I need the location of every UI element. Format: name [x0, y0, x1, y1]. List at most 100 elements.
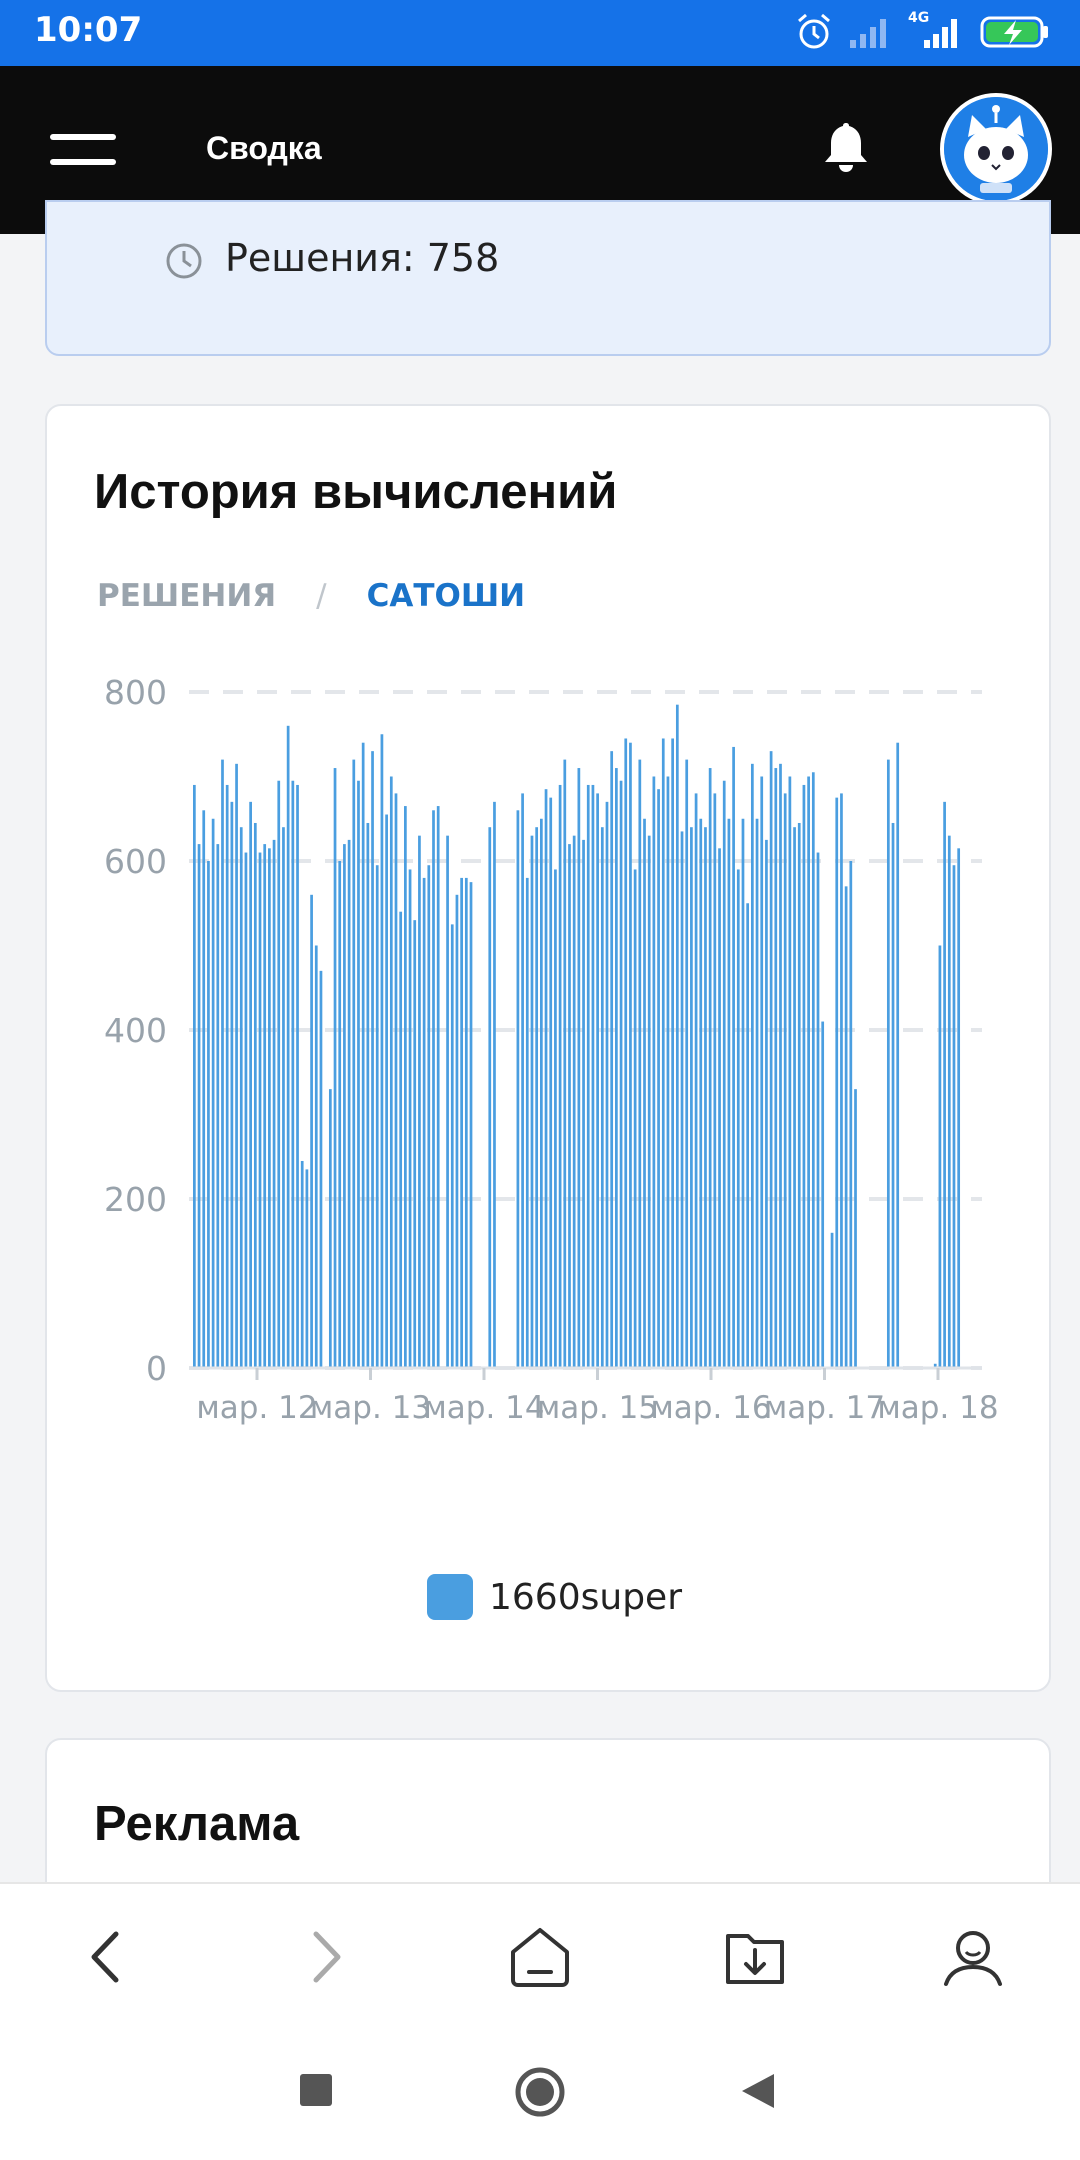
bar[interactable]	[643, 818, 646, 1368]
bar[interactable]	[769, 751, 773, 1368]
bar[interactable]	[568, 844, 571, 1368]
bar[interactable]	[816, 852, 820, 1368]
bar[interactable]	[380, 734, 384, 1368]
bar[interactable]	[225, 784, 229, 1368]
bar[interactable]	[624, 738, 628, 1368]
bar[interactable]	[694, 793, 698, 1368]
bar[interactable]	[399, 911, 403, 1368]
bar[interactable]	[469, 882, 473, 1369]
bar[interactable]	[539, 818, 543, 1368]
bar[interactable]	[488, 827, 492, 1368]
bar[interactable]	[296, 784, 299, 1368]
bar[interactable]	[844, 886, 848, 1368]
bar[interactable]	[253, 822, 257, 1368]
bar[interactable]	[286, 725, 290, 1368]
menu-icon[interactable]	[50, 132, 116, 168]
bar[interactable]	[938, 945, 942, 1369]
bar[interactable]	[357, 780, 360, 1368]
bar[interactable]	[727, 818, 731, 1368]
bar[interactable]	[811, 772, 815, 1368]
bar[interactable]	[333, 768, 337, 1368]
bar[interactable]	[244, 852, 248, 1368]
bar[interactable]	[352, 759, 356, 1368]
back-icon[interactable]	[72, 1922, 142, 1992]
bar[interactable]	[680, 831, 684, 1368]
bar[interactable]	[211, 818, 215, 1368]
bar[interactable]	[947, 835, 951, 1368]
bar[interactable]	[582, 839, 585, 1369]
bar[interactable]	[268, 848, 271, 1368]
bar[interactable]	[422, 877, 426, 1368]
bar[interactable]	[305, 1169, 309, 1368]
bar[interactable]	[793, 827, 796, 1368]
bar[interactable]	[549, 797, 553, 1369]
bar[interactable]	[596, 793, 599, 1368]
chart-legend[interactable]: 1660super	[427, 1574, 682, 1620]
bar[interactable]	[774, 768, 778, 1368]
bar[interactable]	[755, 818, 759, 1368]
bar[interactable]	[746, 903, 750, 1368]
bar[interactable]	[657, 789, 660, 1368]
bar[interactable]	[408, 869, 412, 1368]
bar[interactable]	[647, 835, 651, 1368]
bar[interactable]	[952, 865, 956, 1368]
bar[interactable]	[629, 742, 632, 1368]
bar[interactable]	[591, 784, 595, 1368]
bar[interactable]	[418, 835, 421, 1368]
bar[interactable]	[460, 877, 463, 1368]
bar[interactable]	[615, 768, 618, 1368]
bar[interactable]	[366, 822, 370, 1368]
bar[interactable]	[783, 793, 787, 1368]
home-circle-icon[interactable]	[514, 2066, 566, 2118]
forward-icon[interactable]	[290, 1922, 360, 1992]
bar[interactable]	[347, 839, 351, 1369]
bar[interactable]	[957, 848, 961, 1368]
bar[interactable]	[638, 759, 642, 1368]
bar[interactable]	[554, 869, 557, 1368]
bar[interactable]	[328, 1089, 332, 1368]
bar[interactable]	[263, 844, 267, 1368]
bar[interactable]	[675, 704, 679, 1368]
bar[interactable]	[619, 780, 623, 1368]
bar[interactable]	[450, 924, 454, 1369]
bar[interactable]	[896, 742, 900, 1368]
bar[interactable]	[685, 759, 689, 1368]
bar[interactable]	[807, 776, 810, 1369]
bar[interactable]	[300, 1160, 304, 1368]
bar[interactable]	[235, 763, 238, 1368]
bar[interactable]	[361, 742, 365, 1368]
bar[interactable]	[849, 861, 853, 1368]
avatar[interactable]	[940, 93, 1052, 205]
bar[interactable]	[704, 827, 707, 1368]
bar[interactable]	[521, 793, 524, 1368]
back-triangle-icon[interactable]	[740, 2072, 776, 2110]
bar[interactable]	[652, 776, 656, 1369]
bar[interactable]	[338, 861, 342, 1368]
bar[interactable]	[464, 877, 468, 1368]
bar[interactable]	[633, 869, 637, 1368]
bar[interactable]	[314, 945, 318, 1369]
bar[interactable]	[610, 751, 614, 1368]
bar[interactable]	[586, 784, 590, 1368]
bar[interactable]	[600, 827, 604, 1368]
bar[interactable]	[666, 776, 670, 1369]
bar[interactable]	[394, 793, 398, 1368]
bar[interactable]	[343, 844, 346, 1368]
bar[interactable]	[516, 810, 520, 1368]
bar[interactable]	[840, 793, 843, 1368]
bar[interactable]	[385, 814, 388, 1368]
bar[interactable]	[558, 784, 562, 1368]
bar[interactable]	[535, 827, 539, 1368]
bar[interactable]	[713, 793, 717, 1368]
profile-icon[interactable]	[938, 1922, 1008, 1992]
bar[interactable]	[530, 835, 534, 1368]
bar[interactable]	[732, 746, 735, 1368]
bar[interactable]	[943, 801, 946, 1368]
bar[interactable]	[765, 839, 768, 1369]
bell-icon[interactable]	[823, 121, 869, 173]
bar[interactable]	[690, 827, 693, 1368]
bar[interactable]	[797, 822, 801, 1368]
bar[interactable]	[258, 852, 262, 1368]
bar[interactable]	[891, 822, 895, 1368]
bar[interactable]	[239, 827, 243, 1368]
